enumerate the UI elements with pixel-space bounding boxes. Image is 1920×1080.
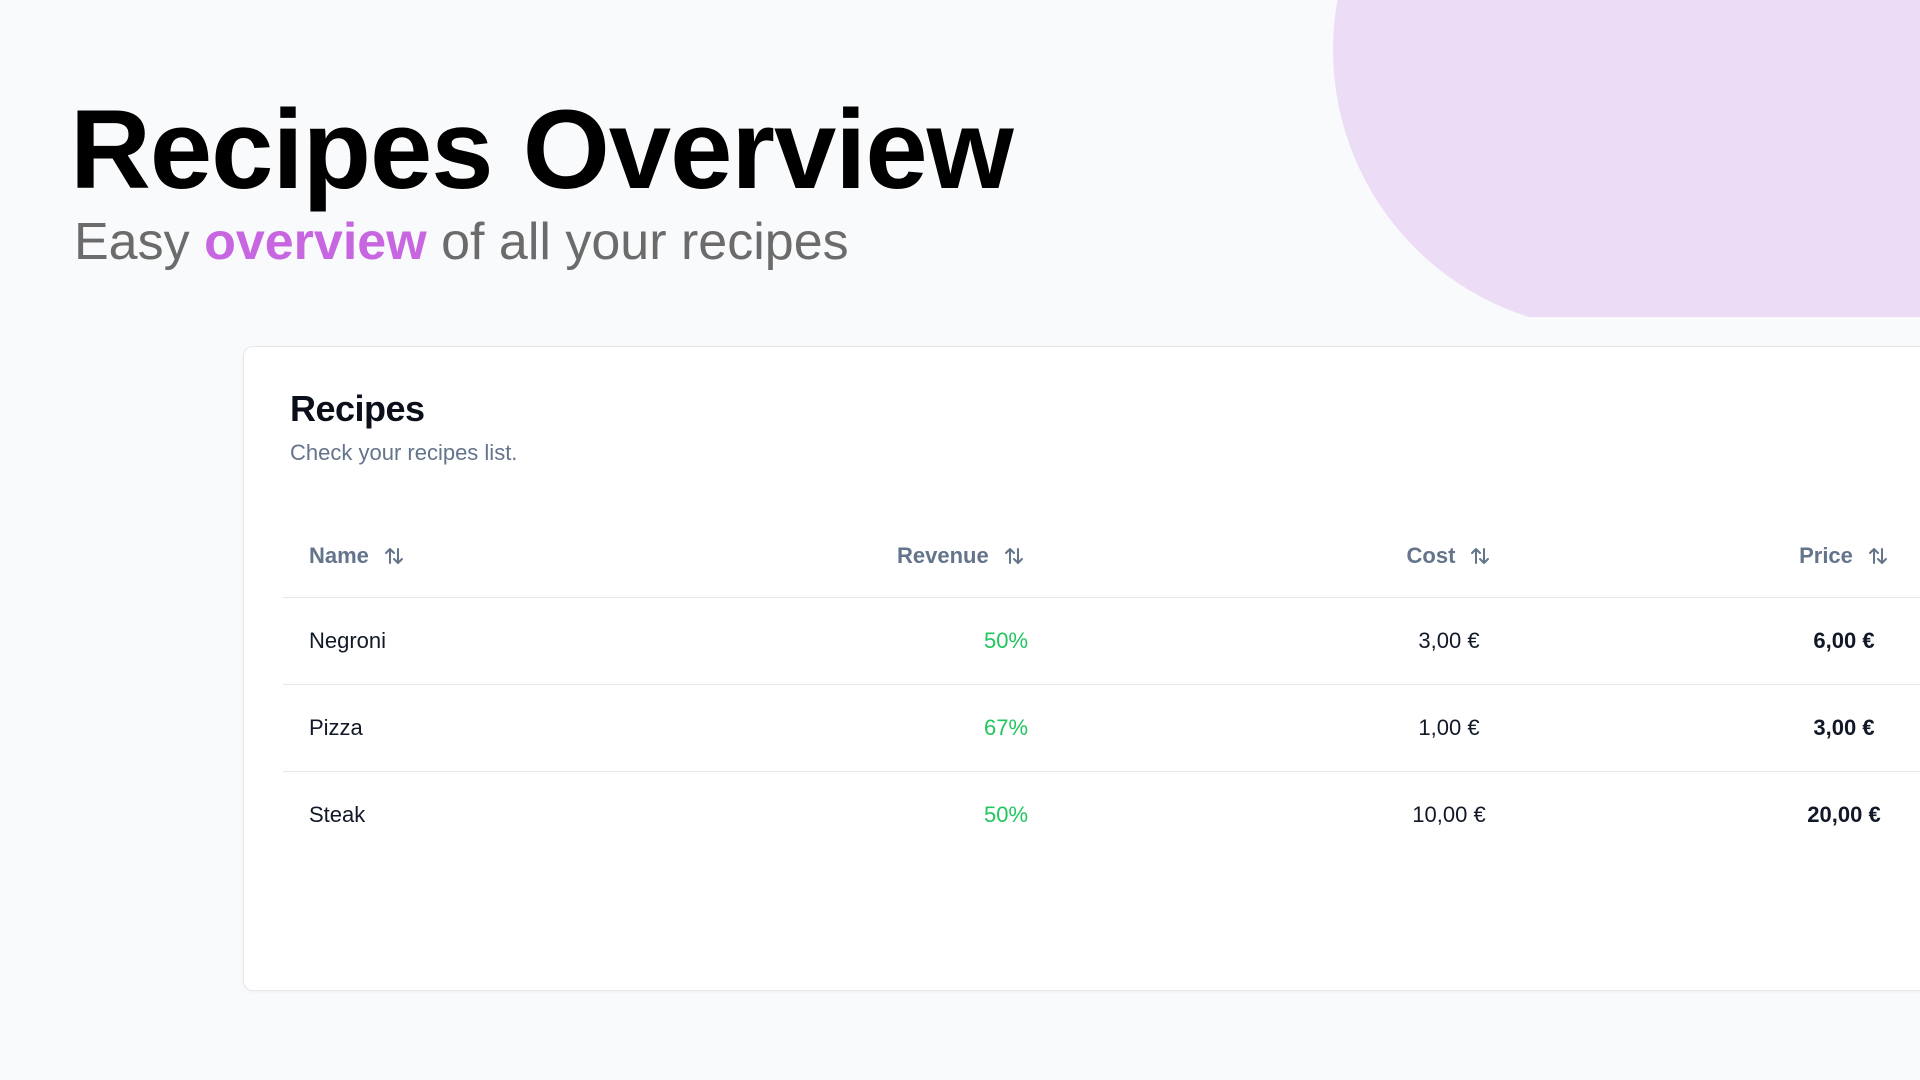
cost-cell: 1,00 €: [1418, 715, 1480, 740]
table-row[interactable]: Steak 50% 10,00 € 20,00 €: [283, 772, 1920, 858]
page-title: Recipes Overview: [70, 87, 1014, 212]
column-header-cost[interactable]: Cost: [1363, 515, 1535, 597]
page-subtitle: Easy overview of all your recipes: [74, 212, 849, 272]
decorative-circle: [1300, 0, 1920, 317]
subtitle-text-end: of all your recipes: [441, 213, 849, 271]
sort-by-price-button[interactable]: Price: [1799, 543, 1889, 569]
subtitle-accent-word: overview: [204, 213, 427, 271]
sort-arrows-icon[interactable]: [1469, 545, 1491, 567]
cost-cell: 3,00 €: [1418, 628, 1480, 653]
recipes-card: Recipes Check your recipes list. Name Re…: [243, 346, 1920, 991]
price-cell: 3,00 €: [1813, 715, 1875, 740]
recipe-name-cell: Pizza: [309, 715, 363, 740]
sort-by-revenue-button[interactable]: Revenue: [897, 543, 1025, 569]
table-row[interactable]: Pizza 67% 1,00 € 3,00 €: [283, 685, 1920, 772]
revenue-cell: 50%: [983, 802, 1029, 827]
sort-arrows-icon[interactable]: [1867, 545, 1889, 567]
revenue-cell: 50%: [983, 628, 1029, 653]
recipe-name-cell: Negroni: [309, 628, 387, 653]
revenue-cell: 67%: [983, 715, 1029, 740]
recipes-table: Name Revenue Cost Price Negroni 50% 3,00…: [283, 515, 1920, 858]
price-cell: 20,00 €: [1807, 802, 1881, 827]
subtitle-text-start: Easy: [74, 213, 190, 271]
column-header-price[interactable]: Price: [1763, 515, 1920, 597]
card-title: Recipes: [290, 388, 425, 429]
column-label-revenue: Revenue: [897, 543, 989, 568]
card-subtitle: Check your recipes list.: [290, 440, 518, 465]
column-label-name: Name: [309, 543, 369, 568]
decorative-circle-fill: [1613, 0, 1920, 317]
table-header-row: Name Revenue Cost Price: [283, 515, 1920, 598]
column-header-name[interactable]: Name: [309, 515, 405, 597]
sort-arrows-icon[interactable]: [1003, 545, 1025, 567]
sort-by-name-button[interactable]: Name: [309, 543, 405, 569]
table-row[interactable]: Negroni 50% 3,00 € 6,00 €: [283, 598, 1920, 685]
price-cell: 6,00 €: [1813, 628, 1875, 653]
column-header-revenue[interactable]: Revenue: [897, 515, 1115, 597]
sort-by-cost-button[interactable]: Cost: [1407, 543, 1492, 569]
column-label-price: Price: [1799, 543, 1853, 568]
recipe-name-cell: Steak: [309, 802, 366, 827]
column-label-cost: Cost: [1406, 543, 1456, 568]
cost-cell: 10,00 €: [1412, 802, 1486, 827]
sort-arrows-icon[interactable]: [383, 545, 405, 567]
